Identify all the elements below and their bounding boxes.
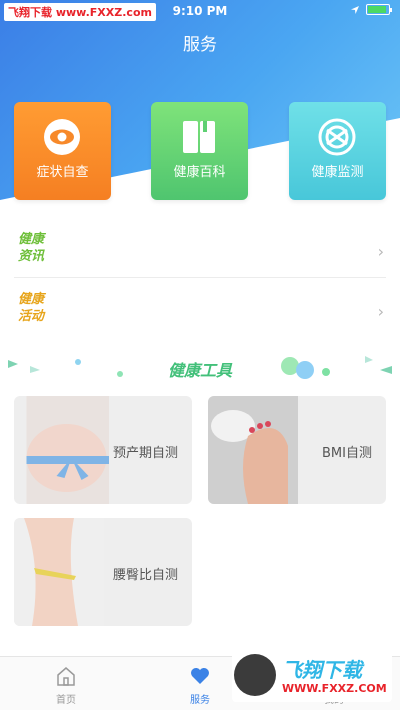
tool-label: BMI自测: [322, 446, 372, 461]
tab-home[interactable]: 首页: [26, 665, 106, 706]
home-icon: [57, 667, 75, 686]
tool-label: 预产期自测: [112, 446, 178, 461]
monitor-icon: [318, 118, 356, 156]
watermark-line2: WWW.FXXZ.COM: [282, 682, 387, 695]
chevron-right-icon: ›: [377, 242, 384, 261]
location-icon: [351, 5, 359, 14]
card-health-encyclopedia[interactable]: 健康百科: [151, 102, 248, 200]
status-right: [350, 4, 392, 15]
waist-photo: [14, 518, 104, 626]
heart-icon: [191, 668, 209, 684]
health-news-badge: 健康 资讯: [18, 231, 52, 269]
status-bar: 飞翔下载 www.FXXZ.com 9:10 PM: [0, 0, 400, 22]
card-health-monitor[interactable]: 健康监测: [289, 102, 386, 200]
card-label: 健康监测: [311, 165, 364, 180]
watermark-line1: 飞翔下载: [282, 658, 362, 682]
tool-label: 腰臀比自测: [112, 568, 178, 583]
status-time: 9:10 PM: [172, 4, 228, 18]
badge-line2: 资讯: [18, 249, 45, 264]
tool-bmi[interactable]: BMI自测: [208, 396, 386, 504]
badge-line2: 活动: [18, 309, 45, 324]
tool-waist-hip-ratio[interactable]: 腰臀比自测: [14, 518, 192, 626]
service-cards: 症状自查 健康百科 健康监测: [14, 102, 386, 200]
scale-photo: [208, 396, 298, 504]
tab-label: 首页: [56, 695, 76, 706]
tab-service[interactable]: 服务: [160, 665, 240, 706]
row-health-activity[interactable]: 健康 活动 ›: [14, 282, 386, 338]
battery-icon: [366, 4, 392, 15]
chevron-right-icon: ›: [377, 302, 384, 321]
card-label: 症状自查: [36, 165, 89, 180]
tab-label: 服务: [190, 695, 210, 706]
tools-section-title: 健康工具: [167, 361, 232, 380]
page-title: 服务: [183, 35, 217, 55]
book-icon: [183, 121, 215, 153]
eye-icon: [44, 119, 80, 155]
card-label: 健康百科: [173, 165, 226, 180]
watermark-logo: [234, 654, 276, 696]
health-activity-badge: 健康 活动: [18, 291, 52, 329]
badge-line1: 健康: [18, 292, 45, 307]
badge-line1: 健康: [18, 232, 45, 247]
watermark-bottom: 飞翔下载 WWW.FXXZ.COM: [232, 652, 392, 702]
pregnancy-photo: [26, 396, 109, 504]
card-symptom-check[interactable]: 症状自查: [14, 102, 111, 200]
row-health-news[interactable]: 健康 资讯 ›: [14, 222, 386, 278]
tool-due-date[interactable]: 预产期自测: [14, 396, 192, 504]
